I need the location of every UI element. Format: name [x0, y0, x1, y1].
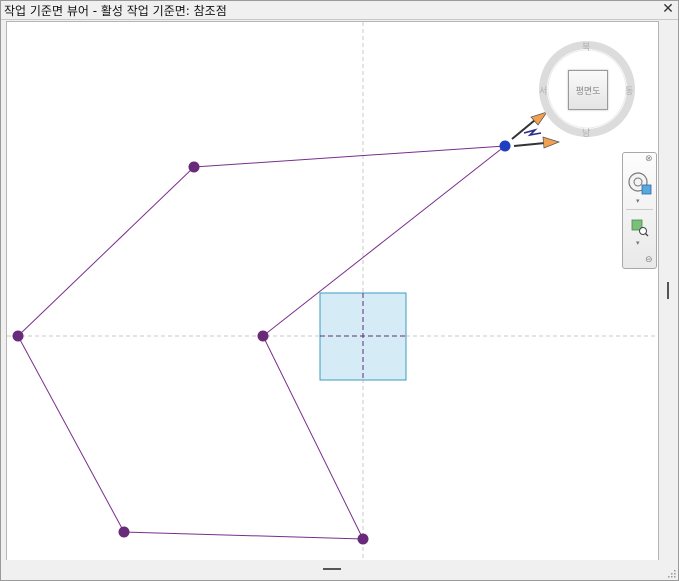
navbar-minimize-icon[interactable]: ⊖ — [645, 255, 653, 265]
active-reference-point[interactable] — [499, 140, 511, 152]
viewcube[interactable]: 북 남 동 서 평면도 — [536, 39, 636, 139]
bottom-bar — [1, 560, 678, 580]
workplane-viewer-window: 작업 기준면 뷰어 - 활성 작업 기준면: 참조점 ✕ 북 남 동 서 평면도… — [0, 0, 679, 581]
zoom-dropdown-icon[interactable]: ▾ — [636, 239, 640, 247]
compass-west-label[interactable]: 서 — [539, 84, 547, 97]
path-segment[interactable] — [17, 166, 195, 337]
navigation-bar: ⊗ ▾ ▾ ⊖ — [622, 152, 657, 269]
title-bar[interactable]: 작업 기준면 뷰어 - 활성 작업 기준면: 참조점 ✕ — [1, 1, 678, 20]
close-icon[interactable]: ✕ — [660, 1, 676, 17]
path-segment[interactable] — [193, 145, 506, 168]
navbar-divider — [626, 209, 653, 210]
zoom-region-icon[interactable] — [631, 219, 649, 237]
compass-east-label[interactable]: 동 — [625, 84, 633, 97]
path-segment[interactable] — [17, 335, 125, 533]
viewcube-face[interactable]: 평면도 — [568, 70, 608, 110]
path-segment[interactable] — [123, 531, 364, 540]
navbar-close-icon[interactable]: ⊗ — [645, 154, 653, 164]
path-lines — [17, 145, 506, 540]
reference-point[interactable] — [357, 533, 369, 545]
resize-grip-icon[interactable] — [666, 568, 676, 578]
bottom-resize-handle[interactable] — [323, 568, 341, 570]
compass-north-label[interactable]: 북 — [582, 40, 590, 53]
viewcube-face-label: 평면도 — [575, 87, 601, 97]
side-resize-handle[interactable] — [667, 282, 669, 299]
reference-point[interactable] — [118, 526, 130, 538]
reference-point[interactable] — [188, 161, 200, 173]
wheel-dropdown-icon[interactable]: ▾ — [636, 197, 640, 205]
compass-south-label[interactable]: 남 — [582, 126, 590, 139]
window-title: 작업 기준면 뷰어 - 활성 작업 기준면: 참조점 — [4, 4, 227, 18]
reference-point[interactable] — [257, 330, 269, 342]
steering-wheel-icon[interactable] — [627, 171, 653, 197]
reference-point[interactable] — [12, 330, 24, 342]
